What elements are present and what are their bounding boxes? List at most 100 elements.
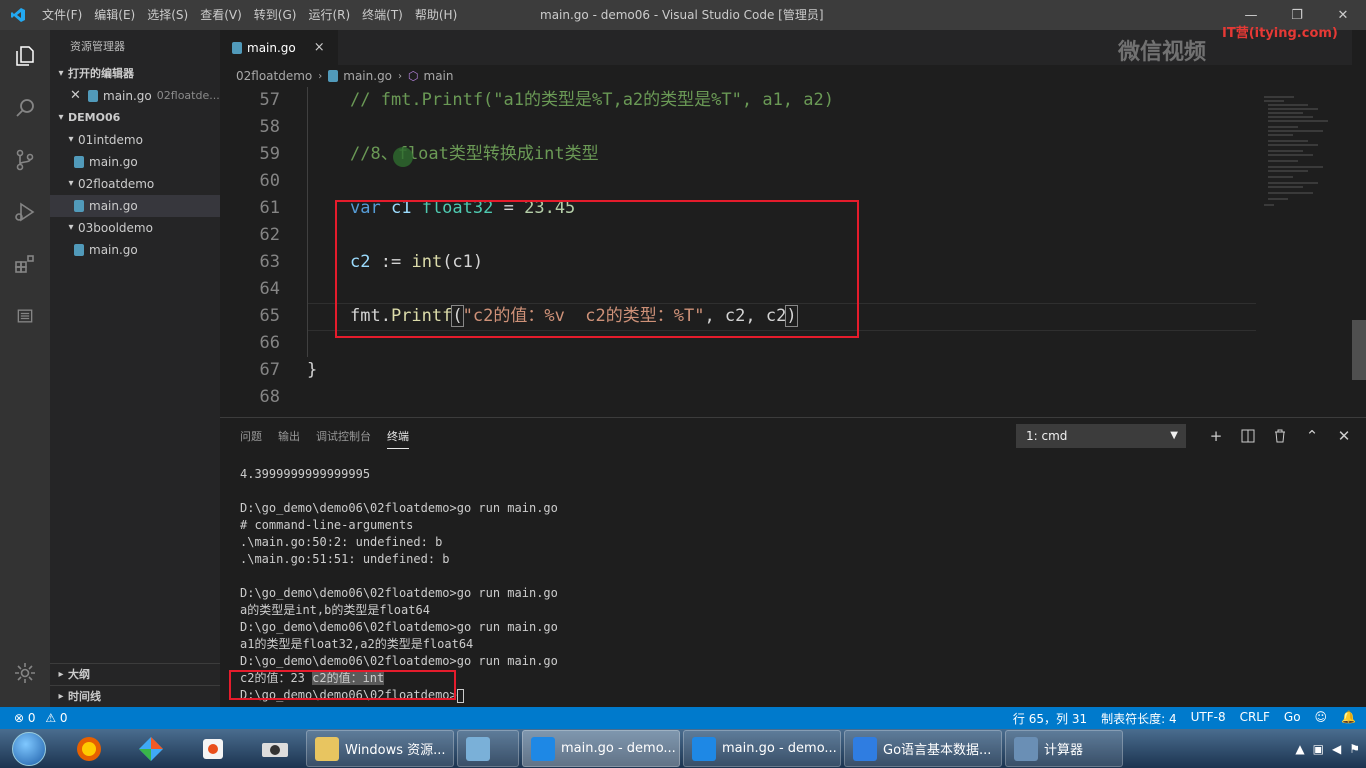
- new-terminal-button[interactable]: +: [1200, 424, 1232, 448]
- chevron-down-icon: ▾: [58, 68, 64, 79]
- chevron-down-icon: ▾: [68, 222, 74, 233]
- breadcrumb-symbol[interactable]: main: [424, 69, 454, 83]
- explorer-icon[interactable]: [0, 30, 50, 82]
- explorer-sidebar: 资源管理器 ▾ 打开的编辑器 ✕ main.go 02floatde... ▾ …: [50, 30, 220, 707]
- scrollbar-thumb[interactable]: [1352, 320, 1366, 380]
- minimap-preview: [1264, 96, 1328, 206]
- folder-03booldemo[interactable]: ▾ 03booldemo: [50, 217, 220, 239]
- timeline-section[interactable]: ▸ 时间线: [50, 685, 220, 707]
- error-count: ⊗ 0: [14, 711, 36, 725]
- tab-main-go[interactable]: main.go ×: [220, 30, 338, 65]
- terminal-output[interactable]: 4.3999999999999995 D:\go_demo\demo06\02f…: [240, 466, 558, 704]
- language-mode[interactable]: Go: [1284, 710, 1301, 727]
- code-text: }: [307, 360, 318, 380]
- menu-edit[interactable]: 编辑(E): [88, 0, 141, 30]
- breadcrumb-folder[interactable]: 02floatdemo: [236, 69, 312, 83]
- menu-selection[interactable]: 选择(S): [141, 0, 194, 30]
- cursor-position[interactable]: 行 65，列 31: [1013, 710, 1087, 727]
- tab-close-icon[interactable]: ×: [314, 40, 325, 55]
- panel-controls: + ⌃ ✕: [1200, 424, 1360, 448]
- terminal-select[interactable]: 1: cmd ▼: [1016, 424, 1186, 448]
- code-line: 57 // fmt.Printf("a1的类型是%T,a2的类型是%T", a1…: [220, 87, 1256, 114]
- terminal-select-value: 1: cmd: [1026, 429, 1068, 443]
- extensions-icon[interactable]: [0, 238, 50, 290]
- volume-icon[interactable]: ◀: [1332, 742, 1341, 756]
- open-editor-filename: main.go: [103, 89, 152, 103]
- menu-run[interactable]: 运行(R): [302, 0, 356, 30]
- taskbar-button-calculator[interactable]: 计算器: [1005, 730, 1123, 767]
- code-editor[interactable]: 57 // fmt.Printf("a1的类型是%T,a2的类型是%T", a1…: [220, 87, 1256, 417]
- screenshot-tool-icon[interactable]: [182, 729, 244, 768]
- line-number: 62: [259, 225, 280, 245]
- menu-view[interactable]: 查看(V): [194, 0, 248, 30]
- outline-section[interactable]: ▸ 大纲: [50, 663, 220, 685]
- file-item-selected[interactable]: main.go: [50, 195, 220, 217]
- tab-output[interactable]: 输出: [278, 428, 300, 449]
- start-button[interactable]: [0, 729, 58, 768]
- tab-label: main.go: [247, 40, 296, 55]
- file-item[interactable]: main.go: [50, 239, 220, 261]
- line-number: 59: [259, 144, 280, 164]
- chevron-down-icon: ▾: [58, 112, 64, 123]
- close-icon[interactable]: ✕: [70, 85, 88, 107]
- tab-terminal[interactable]: 终端: [387, 428, 409, 449]
- line-number: 65: [259, 306, 280, 326]
- workspace-section[interactable]: ▾ DEMO06: [50, 107, 220, 129]
- eol[interactable]: CRLF: [1240, 710, 1270, 727]
- kill-terminal-button[interactable]: [1264, 424, 1296, 448]
- menu-terminal[interactable]: 终端(T): [356, 0, 409, 30]
- menu-go[interactable]: 转到(G): [248, 0, 303, 30]
- settings-gear-icon[interactable]: [0, 647, 50, 699]
- tray-chevron-icon[interactable]: ▲: [1295, 742, 1304, 756]
- open-editors-section[interactable]: ▾ 打开的编辑器: [50, 63, 220, 85]
- source-control-icon[interactable]: [0, 134, 50, 186]
- editor-scrollbar[interactable]: [1352, 30, 1366, 417]
- taskbar-button-app[interactable]: [457, 730, 519, 767]
- taskbar-button-vscode-2[interactable]: main.go - demo...: [683, 730, 841, 767]
- menu-file[interactable]: 文件(F): [36, 0, 88, 30]
- watermark-text: 微信视频: [1118, 40, 1207, 65]
- line-number: 67: [259, 360, 280, 380]
- folder-label: 01intdemo: [78, 133, 143, 147]
- vscode-logo-icon[interactable]: [0, 0, 36, 30]
- windows-logo-icon: [12, 731, 46, 766]
- window-title: main.go - demo06 - Visual Studio Code [管…: [540, 8, 824, 22]
- search-icon[interactable]: [0, 82, 50, 134]
- folder-02floatdemo[interactable]: ▾ 02floatdemo: [50, 173, 220, 195]
- camera-tool-icon[interactable]: [244, 729, 306, 768]
- tab-problems[interactable]: 问题: [240, 428, 262, 449]
- minimap[interactable]: [1256, 87, 1352, 417]
- go-file-icon: [232, 41, 242, 54]
- folder-01intdemo[interactable]: ▾ 01intdemo: [50, 129, 220, 151]
- encoding[interactable]: UTF-8: [1191, 710, 1226, 727]
- run-debug-icon[interactable]: [0, 186, 50, 238]
- line-number: 64: [259, 279, 280, 299]
- taskbar-button-browser-doc[interactable]: Go语言基本数据...: [844, 730, 1002, 767]
- firefox-icon[interactable]: [58, 729, 120, 768]
- code-text: //8、float类型转换成int类型: [350, 144, 599, 164]
- tab-size[interactable]: 制表符长度: 4: [1101, 710, 1177, 727]
- taskbar-button-explorer[interactable]: Windows 资源...: [306, 730, 454, 767]
- activity-bar: [0, 30, 50, 707]
- app-diamond-icon[interactable]: [120, 729, 182, 768]
- terminal-cursor: [456, 688, 464, 703]
- taskbar-button-vscode-1[interactable]: main.go - demo...: [522, 730, 680, 767]
- flag-icon[interactable]: ⚑: [1349, 742, 1360, 756]
- breadcrumb-file[interactable]: main.go: [343, 69, 392, 83]
- chevron-right-icon: ▸: [58, 668, 64, 680]
- panel-tabs: 问题 输出 调试控制台 终端: [240, 428, 425, 449]
- taskbar-button-label: Windows 资源...: [345, 743, 446, 758]
- outline-panel-icon[interactable]: [0, 290, 50, 342]
- open-editor-item[interactable]: ✕ main.go 02floatde...: [50, 85, 220, 107]
- tab-debug-console[interactable]: 调试控制台: [316, 428, 371, 449]
- close-panel-button[interactable]: ✕: [1328, 424, 1360, 448]
- status-problems[interactable]: ⊗ 0 ⚠ 0: [14, 711, 68, 725]
- split-terminal-button[interactable]: [1232, 424, 1264, 448]
- line-number: 58: [259, 117, 280, 137]
- menu-help[interactable]: 帮助(H): [409, 0, 463, 30]
- file-item[interactable]: main.go: [50, 151, 220, 173]
- maximize-panel-button[interactable]: ⌃: [1296, 424, 1328, 448]
- bell-icon[interactable]: 🔔: [1341, 710, 1356, 727]
- network-icon[interactable]: ▣: [1313, 742, 1324, 756]
- feedback-icon[interactable]: ☺: [1315, 710, 1328, 727]
